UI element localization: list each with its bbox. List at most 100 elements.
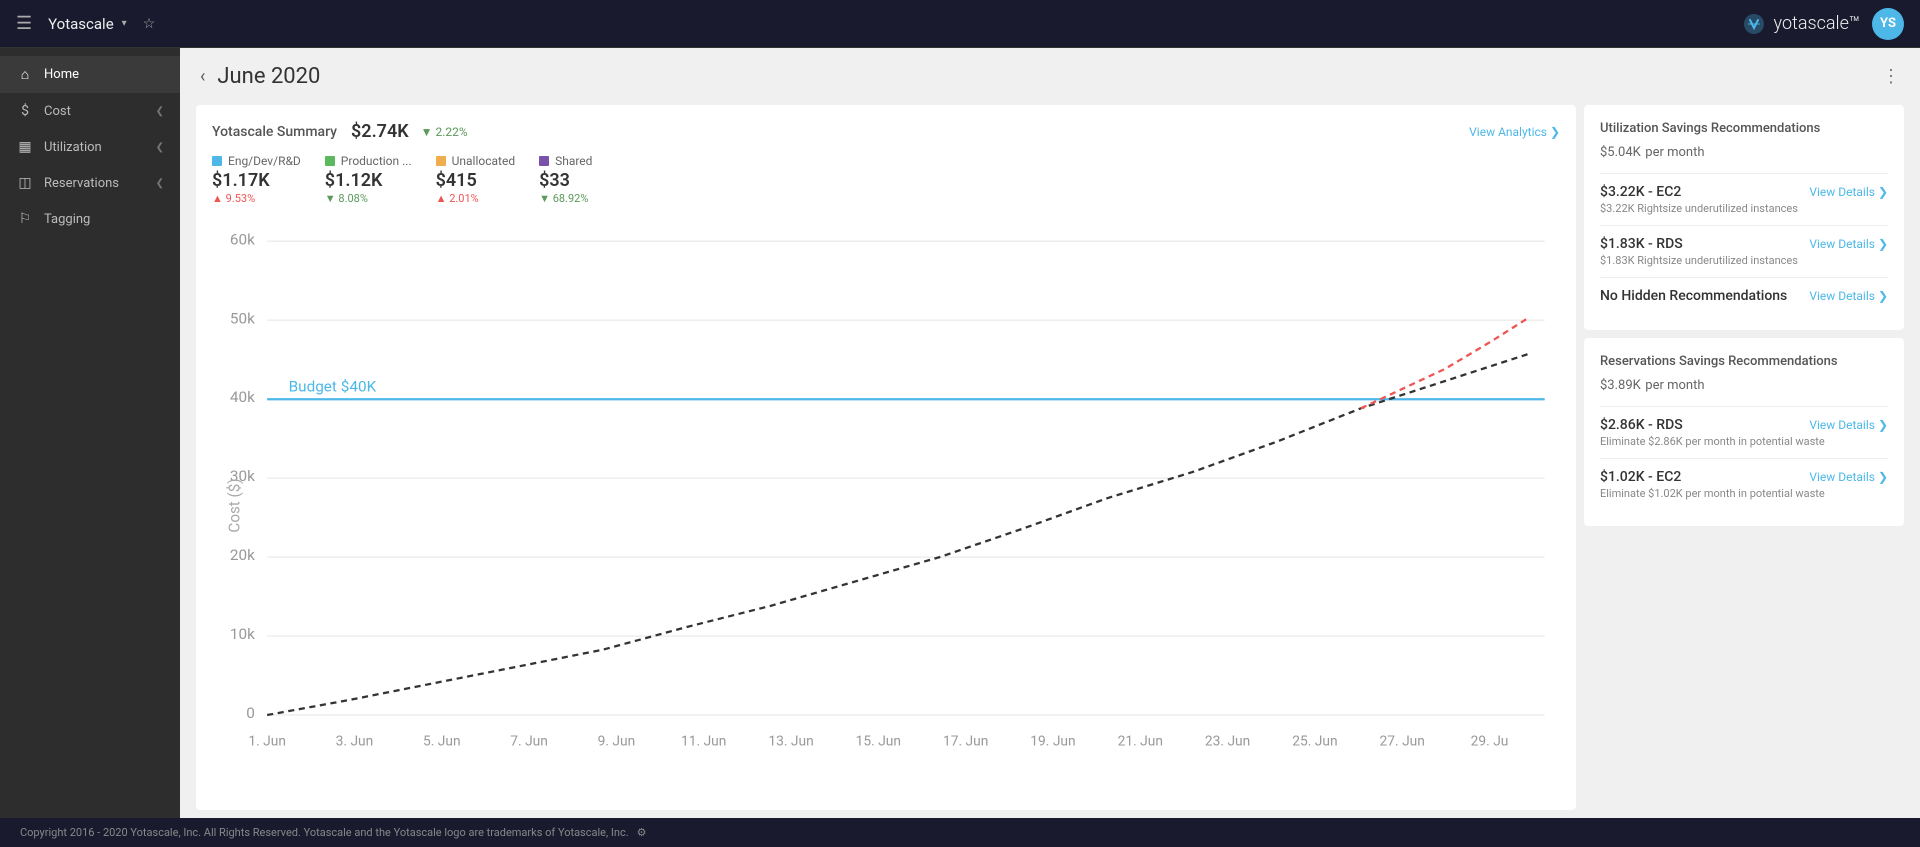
utilization-hidden-details-link[interactable]: View Details ❯	[1809, 289, 1888, 303]
reservations-panel-amount: $3.89K per month	[1600, 373, 1888, 394]
footer-text: Copyright 2016 - 2020 Yotascale, Inc. Al…	[20, 826, 629, 839]
utilization-rds-details-link[interactable]: View Details ❯	[1809, 237, 1888, 251]
top-navigation: ☰ Yotascale ▾ ☆ yotascale™ YS	[0, 0, 1920, 48]
legend-label-prod: Production ...	[341, 154, 412, 168]
svg-text:9. Jun: 9. Jun	[598, 733, 636, 749]
footer: Copyright 2016 - 2020 Yotascale, Inc. Al…	[0, 818, 1920, 847]
svg-text:7. Jun: 7. Jun	[510, 733, 548, 749]
sidebar-label-cost: Cost	[44, 104, 146, 119]
legend-amount-prod: $1.12K	[325, 170, 412, 191]
utilization-item-ec2-name: $3.22K - EC2	[1600, 184, 1681, 200]
svg-text:Cost ($): Cost ($)	[226, 478, 244, 532]
settings-icon[interactable]: ⚙	[637, 826, 647, 839]
utilization-ec2-details-link[interactable]: View Details ❯	[1809, 185, 1888, 199]
cost-icon: $	[16, 103, 34, 119]
yotascale-logo-icon	[1742, 12, 1766, 36]
legend-label-shared: Shared	[555, 154, 592, 168]
content-row: Yotascale Summary $2.74K ▼ 2.22% View An…	[180, 97, 1920, 818]
chart-legend: Eng/Dev/R&D $1.17K ▲ 9.53% Production ..…	[212, 154, 1560, 205]
utilization-savings-panel: Utilization Savings Recommendations $5.0…	[1584, 105, 1904, 330]
utilization-item-rds-desc: $1.83K Rightsize underutilized instances	[1600, 254, 1888, 267]
svg-text:15. Jun: 15. Jun	[856, 733, 901, 749]
svg-text:0: 0	[246, 704, 255, 722]
hamburger-menu[interactable]: ☰	[16, 13, 32, 34]
chart-section: Yotascale Summary $2.74K ▼ 2.22% View An…	[196, 105, 1576, 810]
utilization-panel-amount: $5.04K per month	[1600, 140, 1888, 161]
svg-text:1. Jun: 1. Jun	[248, 733, 286, 749]
sidebar-item-utilization[interactable]: ▦ Utilization ❮	[0, 129, 180, 165]
reservations-rds-details-link[interactable]: View Details ❯	[1809, 418, 1888, 432]
utilization-expand-icon: ❮	[156, 142, 164, 153]
page-title: June 2020	[217, 64, 320, 89]
reservations-expand-icon: ❮	[156, 178, 164, 189]
summary-change: ▼ 2.22%	[421, 125, 468, 139]
legend-item-unalloc: Unallocated $415 ▲ 2.01%	[436, 154, 515, 205]
legend-dot-prod	[325, 156, 335, 166]
svg-text:5. Jun: 5. Jun	[423, 733, 461, 749]
utilization-panel-title: Utilization Savings Recommendations	[1600, 121, 1888, 136]
summary-amount: $2.74K	[351, 121, 409, 142]
reservations-panel-title: Reservations Savings Recommendations	[1600, 354, 1888, 369]
summary-title: Yotascale Summary	[212, 124, 337, 140]
sidebar-item-home[interactable]: ⌂ Home	[0, 56, 180, 93]
svg-text:21. Jun: 21. Jun	[1118, 733, 1163, 749]
chart-area: 60k 50k 40k 30k 20k 10k 0 Cost ($)	[212, 217, 1560, 794]
legend-label-unalloc: Unallocated	[452, 154, 515, 168]
svg-text:50k: 50k	[230, 309, 255, 327]
svg-text:13. Jun: 13. Jun	[768, 733, 813, 749]
utilization-item-hidden: No Hidden Recommendations View Details ❯	[1600, 288, 1888, 304]
reservations-item-rds-desc: Eliminate $2.86K per month in potential …	[1600, 435, 1888, 448]
utilization-item-ec2-desc: $3.22K Rightsize underutilized instances	[1600, 202, 1888, 215]
main-chart: 60k 50k 40k 30k 20k 10k 0 Cost ($)	[212, 217, 1560, 794]
sidebar-item-tagging[interactable]: ⚐ Tagging	[0, 201, 180, 237]
svg-text:60k: 60k	[230, 230, 255, 248]
legend-label-eng: Eng/Dev/R&D	[228, 154, 301, 168]
utilization-icon: ▦	[16, 139, 34, 155]
favorite-icon[interactable]: ☆	[143, 16, 156, 32]
tagging-icon: ⚐	[16, 211, 34, 227]
svg-text:17. Jun: 17. Jun	[943, 733, 988, 749]
legend-item-prod: Production ... $1.12K ▼ 8.08%	[325, 154, 412, 205]
legend-pct-unalloc: ▲ 2.01%	[436, 192, 515, 205]
svg-text:19. Jun: 19. Jun	[1030, 733, 1075, 749]
legend-pct-prod: ▼ 8.08%	[325, 192, 412, 205]
svg-text:29. Ju: 29. Ju	[1471, 733, 1509, 749]
legend-amount-eng: $1.17K	[212, 170, 301, 191]
svg-text:3. Jun: 3. Jun	[336, 733, 374, 749]
cost-expand-icon: ❮	[156, 106, 164, 117]
right-panels: Utilization Savings Recommendations $5.0…	[1584, 105, 1904, 810]
svg-text:25. Jun: 25. Jun	[1292, 733, 1337, 749]
sidebar: ⌂ Home $ Cost ❮ ▦ Utilization ❮ ◫ Reserv…	[0, 48, 180, 818]
svg-text:10k: 10k	[230, 625, 255, 643]
utilization-item-rds: $1.83K - RDS View Details ❯ $1.83K Right…	[1600, 236, 1888, 267]
legend-amount-unalloc: $415	[436, 170, 515, 191]
legend-item-eng: Eng/Dev/R&D $1.17K ▲ 9.53%	[212, 154, 301, 205]
reservations-item-ec2-name: $1.02K - EC2	[1600, 469, 1681, 485]
reservations-ec2-details-link[interactable]: View Details ❯	[1809, 470, 1888, 484]
svg-text:11. Jun: 11. Jun	[681, 733, 726, 749]
back-button[interactable]: ‹	[200, 66, 205, 87]
reservations-item-rds-name: $2.86K - RDS	[1600, 417, 1683, 433]
logo-area: yotascale™	[1742, 12, 1860, 36]
svg-text:23. Jun: 23. Jun	[1205, 733, 1250, 749]
logo-text: yotascale™	[1774, 13, 1860, 34]
user-avatar[interactable]: YS	[1872, 8, 1904, 40]
sidebar-label-home: Home	[44, 67, 164, 82]
home-icon: ⌂	[16, 66, 34, 83]
main-layout: ⌂ Home $ Cost ❮ ▦ Utilization ❮ ◫ Reserv…	[0, 48, 1920, 818]
utilization-item-hidden-name: No Hidden Recommendations	[1600, 288, 1787, 304]
brand-name: Yotascale	[48, 15, 114, 33]
options-button[interactable]: ⋮	[1882, 66, 1900, 87]
reservations-item-ec2: $1.02K - EC2 View Details ❯ Eliminate $1…	[1600, 469, 1888, 500]
legend-dot-eng	[212, 156, 222, 166]
sidebar-item-reservations[interactable]: ◫ Reservations ❮	[0, 165, 180, 201]
reservations-icon: ◫	[16, 175, 34, 191]
sidebar-item-cost[interactable]: $ Cost ❮	[0, 93, 180, 129]
svg-text:20k: 20k	[230, 546, 255, 564]
view-analytics-link[interactable]: View Analytics ❯	[1469, 125, 1560, 139]
legend-dot-unalloc	[436, 156, 446, 166]
svg-text:27. Jun: 27. Jun	[1380, 733, 1425, 749]
legend-item-shared: Shared $33 ▼ 68.92%	[539, 154, 592, 205]
svg-text:40k: 40k	[230, 388, 255, 406]
brand-selector[interactable]: Yotascale ▾	[48, 15, 127, 33]
